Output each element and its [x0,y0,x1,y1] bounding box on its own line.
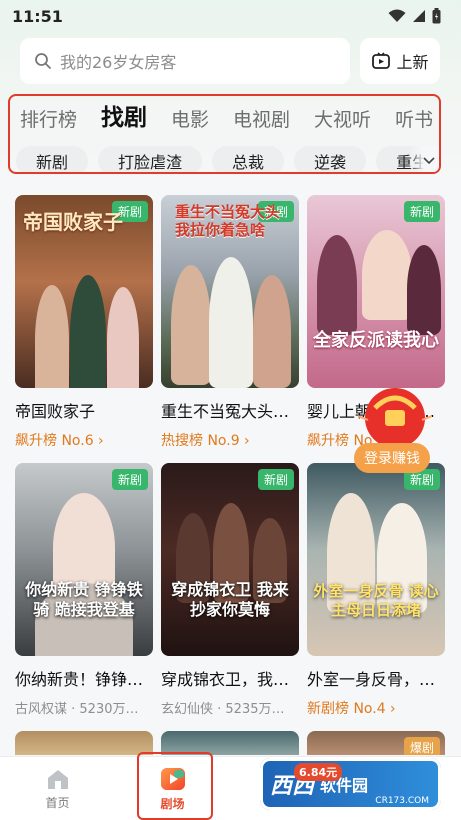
poster-image: 新剧 帝国败家子 [15,195,153,388]
watermark-url: CR173.COM [375,796,429,806]
poster-figure [35,285,69,388]
drama-title: 穿成锦衣卫，我… [161,670,290,689]
drama-rank[interactable]: 飙升榜 No.6 › [15,430,153,450]
hot-badge: 爆剧 [403,737,440,755]
new-releases-icon [372,52,391,69]
status-bar: 11:51 [0,0,461,32]
poster-title: 全家反派读我心 [313,330,439,351]
drama-card[interactable]: 新剧 你纳新贵 铮铮铁骑 跪接我登基 你纳新贵！铮铮… 古风权谋 · 5230万… [15,463,153,731]
drama-title: 帝国败家子 [15,402,96,421]
chip-ceo[interactable]: 总裁 [212,146,285,172]
search-placeholder: 我的26岁女房客 [60,53,177,72]
tab-rankings[interactable]: 排行榜 [20,105,89,140]
new-badge: 新剧 [403,201,440,222]
drama-card[interactable]: 新剧 帝国败家子 帝国败家子 飙升榜 No.6 › [15,195,153,463]
poster-figure [70,275,106,388]
tab-find-drama[interactable]: 找剧 [101,98,159,140]
poster-title: 外室一身反骨 读心主母日日添堵 [313,582,439,619]
status-icons [388,8,441,24]
poster-image: 新剧 重生不当冤大头 我拉你着急啥 [161,195,299,388]
poster-image: 新剧 外室一身反骨 读心主母日日添堵 [307,463,445,656]
search-icon [35,53,51,69]
status-time: 11:51 [12,6,63,26]
watermark-price: 6.84元 [294,763,343,781]
battery-icon [432,8,441,24]
drama-meta: 古风权谋 · 5230万… [15,702,139,717]
new-badge: 新剧 [111,469,148,490]
poster-image: 新剧 你纳新贵 铮铮铁骑 跪接我登基 [15,463,153,656]
tab-big-screen[interactable]: 大视听 [314,105,383,140]
search-input[interactable]: 我的26岁女房客 [20,38,350,84]
active-tab-highlight [137,752,213,820]
login-reward-button[interactable]: 登录赚钱 [354,443,430,473]
drama-grid: 新剧 帝国败家子 帝国败家子 飙升榜 No.6 › 新剧 重生不当冤大头 我拉你… [15,195,447,771]
poster-figure [362,230,412,320]
tab-home-label: 首页 [45,795,70,810]
watermark-logo: 西西 软件园 CR173.COM [260,758,441,810]
drama-title: 你纳新贵！铮铮… [15,670,144,689]
drama-meta: 玄幻仙侠 · 5235万… [161,702,285,717]
chips-expand[interactable] [409,146,439,172]
drama-title: 重生不当冤大头… [161,402,290,421]
drama-card[interactable]: 新剧 外室一身反骨 读心主母日日添堵 外室一身反骨，… 新剧榜 No.4 › [307,463,445,731]
top-tabs: 排行榜 找剧 电影 电视剧 大视听 听书 [10,96,439,140]
signal-icon [413,10,425,22]
home-icon [47,769,68,789]
drama-title: 外室一身反骨，… [307,670,436,689]
tab-audiobooks[interactable]: 听书 [395,105,439,140]
drama-card[interactable]: 新剧 重生不当冤大头 我拉你着急啥 重生不当冤大头… 热搜榜 No.9 › [161,195,299,463]
category-navigation: 排行榜 找剧 电影 电视剧 大视听 听书 新剧 打脸虐渣 总裁 逆袭 重生 [8,94,441,174]
new-badge: 新剧 [257,469,294,490]
chevron-down-icon [423,157,435,165]
new-releases-label: 上新 [396,53,429,72]
poster-image: 新剧 穿成锦衣卫 我来抄家你莫悔 [161,463,299,656]
poster-title: 帝国败家子 [23,210,123,234]
tab-home[interactable]: 首页 [0,757,115,820]
poster-figure [107,287,139,388]
poster-title: 穿成锦衣卫 我来抄家你莫悔 [171,580,289,619]
poster-title: 你纳新贵 铮铮铁骑 跪接我登基 [25,580,143,619]
new-releases-button[interactable]: 上新 [360,38,440,84]
genre-chips: 新剧 打脸虐渣 总裁 逆袭 重生 [10,140,439,172]
tab-tv-series[interactable]: 电视剧 [233,105,302,140]
drama-rank[interactable]: 热搜榜 No.9 › [161,430,299,450]
poster-title: 重生不当冤大头 我拉你着急啥 [175,203,281,239]
wifi-icon [388,9,406,22]
chip-new[interactable]: 新剧 [16,146,89,172]
tab-movies[interactable]: 电影 [171,105,221,140]
chip-comeback[interactable]: 逆袭 [294,146,367,172]
chip-face-slap[interactable]: 打脸虐渣 [98,146,203,172]
poster-figure [171,265,211,385]
poster-image [15,731,153,755]
poster-figure [209,257,253,388]
poster-figure [253,275,291,388]
poster-image: 爆剧 [307,731,445,755]
drama-card[interactable]: 新剧 穿成锦衣卫 我来抄家你莫悔 穿成锦衣卫，我… 玄幻仙侠 · 5235万… [161,463,299,731]
poster-figure [317,235,357,335]
poster-figure [407,245,441,335]
search-row: 我的26岁女房客 上新 [20,38,440,84]
poster-image: 新剧 全家反派读我心 [307,195,445,388]
drama-rank[interactable]: 新剧榜 No.4 › [307,698,445,718]
